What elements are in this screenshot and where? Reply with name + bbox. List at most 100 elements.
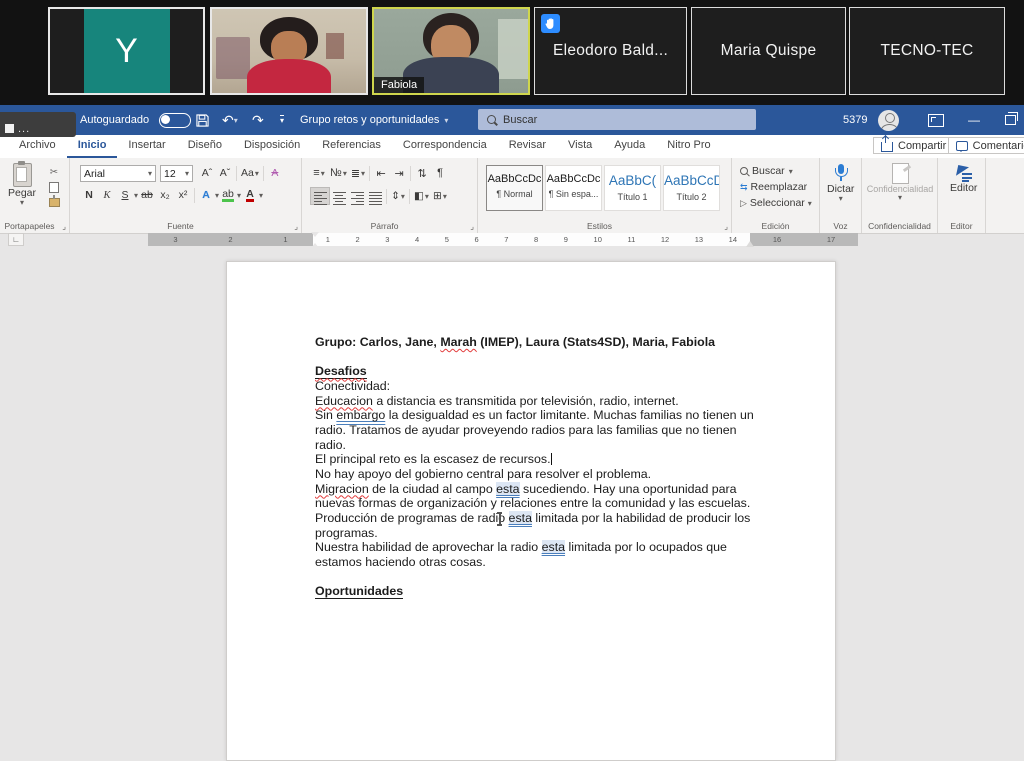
justify-button[interactable]: [366, 188, 384, 204]
grow-font-button[interactable]: Aˆ: [198, 165, 216, 181]
borders-button[interactable]: ⊞▾: [431, 188, 449, 204]
doc-paragraph[interactable]: Producción de programas de radio esta li…: [315, 511, 760, 540]
document-title[interactable]: Grupo retos y oportunidades ▾: [300, 105, 448, 135]
participant-tile-maria[interactable]: Maria Quispe: [691, 7, 846, 95]
format-painter-button[interactable]: [46, 196, 62, 209]
shrink-font-button[interactable]: Aˇ: [216, 165, 234, 181]
participant-tile-tecno[interactable]: TECNO-TEC: [849, 7, 1005, 95]
document-body[interactable]: Grupo: Carlos, Jane, Marah (IMEP), Laura…: [315, 335, 760, 599]
increase-indent-button[interactable]: ⇥: [390, 165, 408, 181]
align-left-button[interactable]: [310, 187, 330, 205]
doc-paragraph[interactable]: Grupo: Carlos, Jane, Marah (IMEP), Laura…: [315, 335, 760, 350]
undo-button[interactable]: ↶▾: [222, 105, 238, 135]
paste-dropdown-icon[interactable]: ▾: [20, 199, 24, 206]
participant-tile-eleodoro[interactable]: Eleodoro Bald...: [534, 7, 687, 95]
participant-tile-y[interactable]: Y: [48, 7, 205, 95]
find-button[interactable]: Buscar ▾: [740, 164, 793, 178]
tab-selector-button[interactable]: ∟: [8, 233, 24, 246]
text-effects-button[interactable]: A: [197, 187, 215, 203]
participant-tile-fabiola[interactable]: Fabiola: [372, 7, 530, 95]
tab-insertar[interactable]: Insertar: [117, 135, 176, 158]
doc-paragraph[interactable]: El principal reto es la escasez de recur…: [315, 452, 760, 467]
align-right-button[interactable]: [348, 188, 366, 204]
tab-dise-o[interactable]: Diseño: [177, 135, 233, 158]
screen-share-overlay-tab[interactable]: ...: [0, 112, 76, 137]
tab-disposici-n[interactable]: Disposición: [233, 135, 311, 158]
hanging-indent-marker[interactable]: [311, 239, 319, 248]
doc-paragraph[interactable]: Desafios: [315, 364, 760, 379]
font-size-combobox[interactable]: 12 ▾: [160, 165, 193, 182]
decrease-indent-button[interactable]: ⇤: [372, 165, 390, 181]
cut-button[interactable]: ✂: [46, 166, 62, 179]
styles-dialog-launcher[interactable]: ⌟: [724, 222, 728, 231]
font-name-combobox[interactable]: Arial ▾: [80, 165, 156, 182]
sort-button[interactable]: ⇅: [413, 165, 431, 181]
share-button[interactable]: Compartir: [873, 137, 954, 154]
account-avatar[interactable]: [878, 105, 899, 135]
clear-formatting-button[interactable]: A: [266, 165, 284, 181]
doc-paragraph[interactable]: Oportunidades: [315, 584, 760, 599]
numbering-button[interactable]: №▾: [328, 165, 349, 181]
editor-button[interactable]: Editor: [950, 164, 977, 194]
participant-tile-video[interactable]: [210, 7, 368, 95]
tab-ayuda[interactable]: Ayuda: [603, 135, 656, 158]
copy-button[interactable]: [46, 181, 62, 194]
superscript-button[interactable]: x²: [174, 187, 192, 203]
ribbon-display-options-button[interactable]: [928, 105, 944, 135]
tab-nitro-pro[interactable]: Nitro Pro: [656, 135, 721, 158]
restore-button[interactable]: [1003, 105, 1016, 135]
clipboard-dialog-launcher[interactable]: ⌟: [62, 222, 66, 231]
replace-button[interactable]: ⇆ Reemplazar: [740, 180, 807, 194]
select-button[interactable]: ▷ Seleccionar ▾: [740, 196, 812, 210]
font-dialog-launcher[interactable]: ⌟: [294, 222, 298, 231]
change-case-button[interactable]: Aa▾: [239, 165, 261, 181]
undo-dropdown[interactable]: ▾: [234, 117, 238, 124]
align-center-button[interactable]: [330, 188, 348, 204]
bold-button[interactable]: N: [80, 187, 98, 203]
doc-paragraph[interactable]: Migracion de la ciudad al campo esta suc…: [315, 482, 760, 511]
multilevel-list-button[interactable]: ≣▾: [349, 165, 367, 181]
paste-button[interactable]: Pegar ▾: [8, 163, 36, 206]
comments-button[interactable]: Comentarios: [948, 137, 1024, 154]
subscript-button[interactable]: x₂: [156, 187, 174, 203]
dictate-button[interactable]: Dictar ▾: [827, 164, 854, 202]
underline-button[interactable]: S: [116, 187, 134, 203]
doc-paragraph[interactable]: Educacion a distancia es transmitida por…: [315, 394, 760, 409]
italic-button[interactable]: K: [98, 187, 116, 203]
doc-paragraph[interactable]: Conectividad:: [315, 379, 760, 394]
font-color-button[interactable]: A: [241, 187, 259, 203]
strikethrough-button[interactable]: ab: [138, 187, 156, 203]
doc-paragraph[interactable]: [315, 350, 760, 365]
tab-revisar[interactable]: Revisar: [498, 135, 557, 158]
doc-paragraph[interactable]: Sin embargo la desigualdad es un factor …: [315, 408, 760, 452]
line-spacing-button[interactable]: ⇕▾: [389, 188, 407, 204]
paragraph-dialog-launcher[interactable]: ⌟: [470, 222, 474, 231]
doc-paragraph[interactable]: Nuestra habilidad de aprovechar la radio…: [315, 540, 760, 569]
redo-button[interactable]: ↷: [252, 105, 264, 135]
style-card-t-tulo-1[interactable]: AaBbC(Título 1: [604, 165, 661, 211]
style-card-t-tulo-2[interactable]: AaBbCcDTítulo 2: [663, 165, 720, 211]
quick-access-more-button[interactable]: ▾: [280, 105, 284, 135]
tab-correspondencia[interactable]: Correspondencia: [392, 135, 498, 158]
tab-referencias[interactable]: Referencias: [311, 135, 392, 158]
highlight-button[interactable]: ab: [219, 187, 237, 203]
right-indent-marker[interactable]: [746, 237, 754, 247]
tab-inicio[interactable]: Inicio: [67, 135, 118, 158]
horizontal-ruler[interactable]: 321 1234567891011121314 1617: [148, 233, 858, 246]
shading-button[interactable]: ◧▾: [412, 188, 431, 204]
show-marks-button[interactable]: ¶: [431, 165, 449, 181]
dictate-dropdown-icon[interactable]: ▾: [839, 195, 843, 202]
doc-paragraph[interactable]: No hay apoyo del gobierno central para r…: [315, 467, 760, 482]
search-box[interactable]: Buscar: [478, 109, 756, 130]
bullets-button[interactable]: ≡▾: [310, 165, 328, 181]
document-page[interactable]: Grupo: Carlos, Jane, Marah (IMEP), Laura…: [226, 261, 836, 761]
tab-vista[interactable]: Vista: [557, 135, 603, 158]
style-card--sin-espa-[interactable]: AaBbCcDc¶ Sin espa...: [545, 165, 602, 211]
tab-archivo[interactable]: Archivo: [8, 135, 67, 158]
save-button[interactable]: [196, 105, 209, 135]
autosave-toggle[interactable]: [152, 105, 191, 135]
font-color-dropdown-icon[interactable]: ▾: [259, 192, 263, 199]
doc-paragraph[interactable]: [315, 570, 760, 585]
minimize-button[interactable]: —: [968, 105, 980, 135]
style-card--normal[interactable]: AaBbCcDc¶ Normal: [486, 165, 543, 211]
